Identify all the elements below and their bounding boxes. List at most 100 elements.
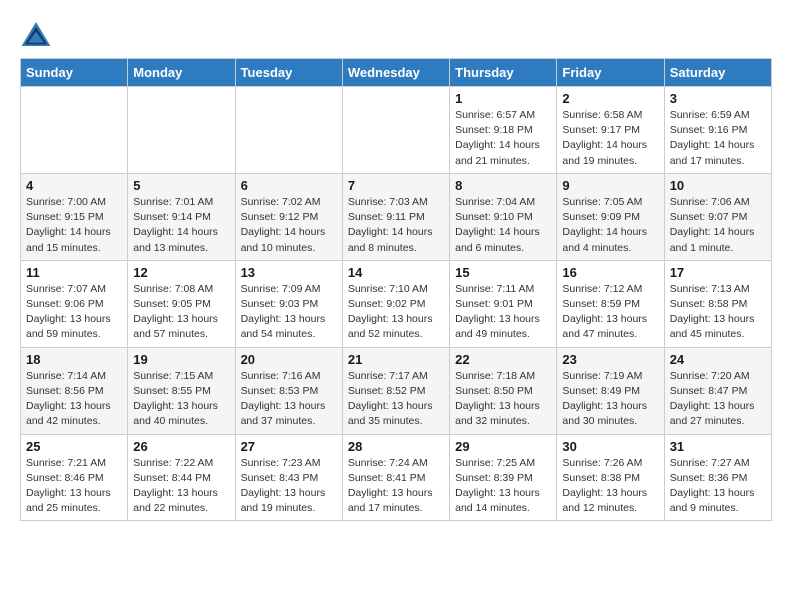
day-cell-1: 1 Sunrise: 6:57 AMSunset: 9:18 PMDaylight… [450,87,557,174]
day-header-friday: Friday [557,59,664,87]
day-cell-9: 9 Sunrise: 7:05 AMSunset: 9:09 PMDaylight… [557,173,664,260]
day-cell-22: 22 Sunrise: 7:18 AMSunset: 8:50 PMDayligh… [450,347,557,434]
day-info: Sunrise: 7:15 AMSunset: 8:55 PMDaylight:… [133,369,229,430]
day-number: 28 [348,439,444,454]
day-number: 18 [26,352,122,367]
day-number: 10 [670,178,766,193]
day-cell-28: 28 Sunrise: 7:24 AMSunset: 8:41 PMDayligh… [342,434,449,521]
day-info: Sunrise: 7:26 AMSunset: 8:38 PMDaylight:… [562,456,658,517]
day-cell-31: 31 Sunrise: 7:27 AMSunset: 8:36 PMDayligh… [664,434,771,521]
day-info: Sunrise: 7:09 AMSunset: 9:03 PMDaylight:… [241,282,337,343]
day-number: 14 [348,265,444,280]
day-header-saturday: Saturday [664,59,771,87]
day-cell-13: 13 Sunrise: 7:09 AMSunset: 9:03 PMDayligh… [235,260,342,347]
day-number: 13 [241,265,337,280]
calendar-table: SundayMondayTuesdayWednesdayThursdayFrid… [20,58,772,521]
days-header-row: SundayMondayTuesdayWednesdayThursdayFrid… [21,59,772,87]
day-cell-4: 4 Sunrise: 7:00 AMSunset: 9:15 PMDaylight… [21,173,128,260]
day-header-tuesday: Tuesday [235,59,342,87]
empty-cell [342,87,449,174]
day-cell-18: 18 Sunrise: 7:14 AMSunset: 8:56 PMDayligh… [21,347,128,434]
day-cell-12: 12 Sunrise: 7:08 AMSunset: 9:05 PMDayligh… [128,260,235,347]
day-cell-7: 7 Sunrise: 7:03 AMSunset: 9:11 PMDaylight… [342,173,449,260]
day-cell-25: 25 Sunrise: 7:21 AMSunset: 8:46 PMDayligh… [21,434,128,521]
day-info: Sunrise: 7:12 AMSunset: 8:59 PMDaylight:… [562,282,658,343]
day-info: Sunrise: 7:17 AMSunset: 8:52 PMDaylight:… [348,369,444,430]
day-number: 27 [241,439,337,454]
day-cell-30: 30 Sunrise: 7:26 AMSunset: 8:38 PMDayligh… [557,434,664,521]
week-row-5: 25 Sunrise: 7:21 AMSunset: 8:46 PMDayligh… [21,434,772,521]
day-cell-21: 21 Sunrise: 7:17 AMSunset: 8:52 PMDayligh… [342,347,449,434]
day-info: Sunrise: 7:07 AMSunset: 9:06 PMDaylight:… [26,282,122,343]
day-info: Sunrise: 7:22 AMSunset: 8:44 PMDaylight:… [133,456,229,517]
day-cell-2: 2Sunrise: 6:58 AMSunset: 9:17 PMDaylight… [557,87,664,174]
day-number: 22 [455,352,551,367]
day-number: 4 [26,178,122,193]
day-cell-14: 14 Sunrise: 7:10 AMSunset: 9:02 PMDayligh… [342,260,449,347]
day-number: 12 [133,265,229,280]
day-info: Sunrise: 7:02 AMSunset: 9:12 PMDaylight:… [241,195,337,256]
day-cell-27: 27 Sunrise: 7:23 AMSunset: 8:43 PMDayligh… [235,434,342,521]
day-number: 17 [670,265,766,280]
day-number: 21 [348,352,444,367]
day-info: Sunrise: 7:25 AMSunset: 8:39 PMDaylight:… [455,456,551,517]
day-cell-5: 5Sunrise: 7:01 AMSunset: 9:14 PMDaylight… [128,173,235,260]
day-info: Sunrise: 7:20 AMSunset: 8:47 PMDaylight:… [670,369,766,430]
day-info: Sunrise: 7:16 AMSunset: 8:53 PMDaylight:… [241,369,337,430]
day-number: 9 [562,178,658,193]
day-cell-19: 19 Sunrise: 7:15 AMSunset: 8:55 PMDayligh… [128,347,235,434]
day-info: Sunrise: 7:06 AMSunset: 9:07 PMDaylight:… [670,195,766,256]
day-number: 15 [455,265,551,280]
day-info: Sunrise: 7:08 AMSunset: 9:05 PMDaylight:… [133,282,229,343]
week-row-3: 11 Sunrise: 7:07 AMSunset: 9:06 PMDayligh… [21,260,772,347]
day-cell-15: 15Sunrise: 7:11 AMSunset: 9:01 PMDayligh… [450,260,557,347]
day-number: 31 [670,439,766,454]
day-cell-17: 17Sunrise: 7:13 AMSunset: 8:58 PMDayligh… [664,260,771,347]
day-number: 24 [670,352,766,367]
day-cell-8: 8 Sunrise: 7:04 AMSunset: 9:10 PMDaylight… [450,173,557,260]
logo [20,20,56,48]
empty-cell [128,87,235,174]
day-number: 20 [241,352,337,367]
day-cell-3: 3 Sunrise: 6:59 AMSunset: 9:16 PMDaylight… [664,87,771,174]
day-info: Sunrise: 7:03 AMSunset: 9:11 PMDaylight:… [348,195,444,256]
day-info: Sunrise: 7:27 AMSunset: 8:36 PMDaylight:… [670,456,766,517]
day-number: 6 [241,178,337,193]
day-info: Sunrise: 7:18 AMSunset: 8:50 PMDaylight:… [455,369,551,430]
empty-cell [235,87,342,174]
day-info: Sunrise: 7:23 AMSunset: 8:43 PMDaylight:… [241,456,337,517]
week-row-1: 1 Sunrise: 6:57 AMSunset: 9:18 PMDaylight… [21,87,772,174]
day-info: Sunrise: 7:24 AMSunset: 8:41 PMDaylight:… [348,456,444,517]
day-number: 29 [455,439,551,454]
day-number: 16 [562,265,658,280]
day-header-thursday: Thursday [450,59,557,87]
day-info: Sunrise: 6:57 AMSunset: 9:18 PMDaylight:… [455,108,551,169]
day-number: 3 [670,91,766,106]
day-info: Sunrise: 7:04 AMSunset: 9:10 PMDaylight:… [455,195,551,256]
day-cell-16: 16 Sunrise: 7:12 AMSunset: 8:59 PMDayligh… [557,260,664,347]
day-header-monday: Monday [128,59,235,87]
day-header-sunday: Sunday [21,59,128,87]
day-info: Sunrise: 7:10 AMSunset: 9:02 PMDaylight:… [348,282,444,343]
day-info: Sunrise: 7:00 AMSunset: 9:15 PMDaylight:… [26,195,122,256]
day-cell-6: 6 Sunrise: 7:02 AMSunset: 9:12 PMDaylight… [235,173,342,260]
day-info: Sunrise: 7:05 AMSunset: 9:09 PMDaylight:… [562,195,658,256]
day-info: Sunrise: 7:19 AMSunset: 8:49 PMDaylight:… [562,369,658,430]
day-info: Sunrise: 7:14 AMSunset: 8:56 PMDaylight:… [26,369,122,430]
day-cell-26: 26Sunrise: 7:22 AMSunset: 8:44 PMDayligh… [128,434,235,521]
day-cell-11: 11 Sunrise: 7:07 AMSunset: 9:06 PMDayligh… [21,260,128,347]
day-info: Sunrise: 7:21 AMSunset: 8:46 PMDaylight:… [26,456,122,517]
day-number: 11 [26,265,122,280]
day-number: 25 [26,439,122,454]
day-cell-29: 29 Sunrise: 7:25 AMSunset: 8:39 PMDayligh… [450,434,557,521]
day-number: 30 [562,439,658,454]
day-number: 1 [455,91,551,106]
day-cell-20: 20 Sunrise: 7:16 AMSunset: 8:53 PMDayligh… [235,347,342,434]
day-number: 7 [348,178,444,193]
page-header [20,20,772,48]
day-info: Sunrise: 6:59 AMSunset: 9:16 PMDaylight:… [670,108,766,169]
day-number: 2 [562,91,658,106]
day-cell-10: 10 Sunrise: 7:06 AMSunset: 9:07 PMDayligh… [664,173,771,260]
day-number: 19 [133,352,229,367]
day-number: 8 [455,178,551,193]
